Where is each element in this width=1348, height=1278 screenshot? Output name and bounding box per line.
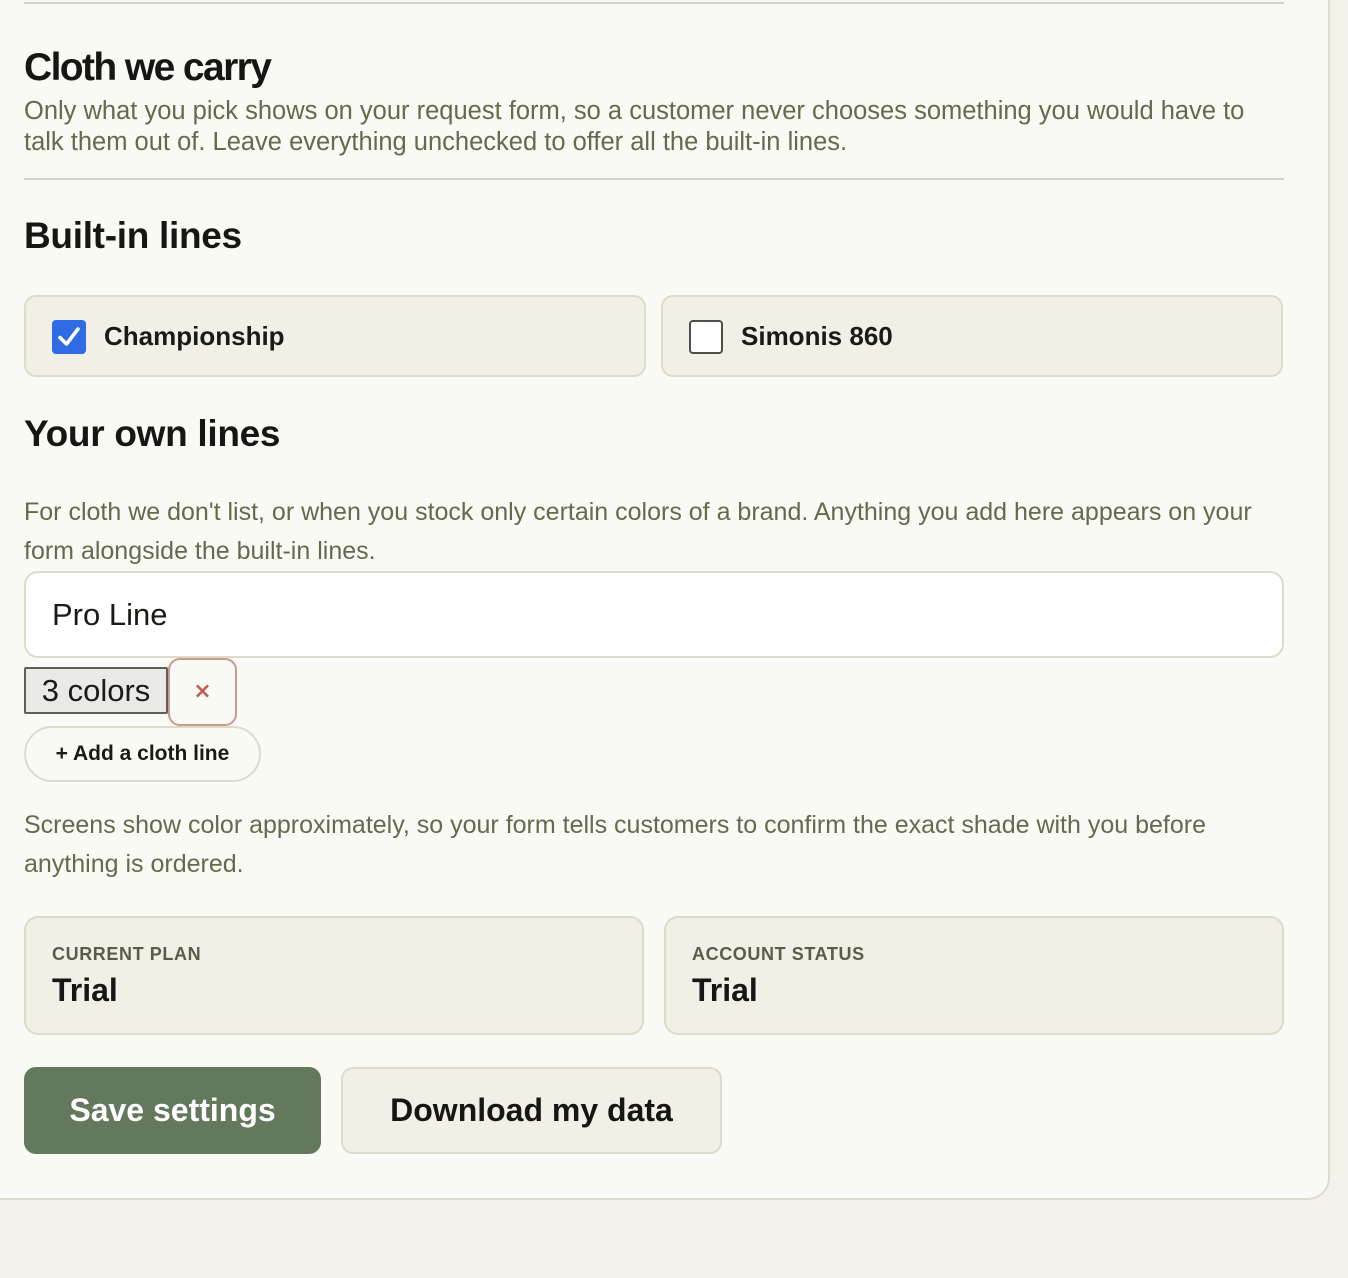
championship-checkbox[interactable] bbox=[52, 320, 86, 354]
close-icon: × bbox=[193, 679, 212, 704]
current-plan-label: Current plan bbox=[52, 944, 202, 964]
championship-label: Championship bbox=[104, 321, 285, 351]
account-status-label: Account status bbox=[692, 944, 865, 964]
remove-cloth-line-button[interactable]: × bbox=[168, 658, 237, 726]
download-data-button[interactable]: Download my data bbox=[341, 1067, 722, 1154]
section-description: Only what you pick shows on your request… bbox=[24, 97, 1245, 156]
settings-card: Cloth we carry Only what you pick shows … bbox=[0, 0, 1330, 1200]
section-divider bbox=[24, 178, 1284, 180]
account-status-value: Trial bbox=[692, 972, 758, 1008]
add-cloth-line-button[interactable]: + Add a cloth line bbox=[24, 726, 261, 782]
save-settings-button[interactable]: Save settings bbox=[24, 1067, 321, 1154]
cloth-line-colors-button[interactable]: 3 colors bbox=[24, 667, 168, 714]
simonis-860-label: Simonis 860 bbox=[741, 321, 893, 351]
top-divider bbox=[24, 2, 1284, 4]
own-lines-help: For cloth we don't list, or when you sto… bbox=[24, 498, 1252, 565]
cloth-line-name-input[interactable] bbox=[24, 571, 1284, 658]
current-plan-card: Current plan Trial bbox=[24, 916, 644, 1035]
account-status-card: Account status Trial bbox=[664, 916, 1284, 1035]
simonis-860-checkbox[interactable] bbox=[689, 320, 723, 354]
own-lines-heading: Your own lines bbox=[24, 413, 281, 454]
builtin-line-simonis-860[interactable]: Simonis 860 bbox=[661, 295, 1283, 377]
builtin-line-championship[interactable]: Championship bbox=[24, 295, 646, 377]
checkmark-icon bbox=[58, 327, 80, 346]
section-title: Cloth we carry bbox=[24, 46, 272, 89]
color-disclaimer: Screens show color approximately, so you… bbox=[24, 811, 1206, 878]
current-plan-value: Trial bbox=[52, 972, 118, 1008]
builtin-lines-heading: Built-in lines bbox=[24, 215, 242, 256]
